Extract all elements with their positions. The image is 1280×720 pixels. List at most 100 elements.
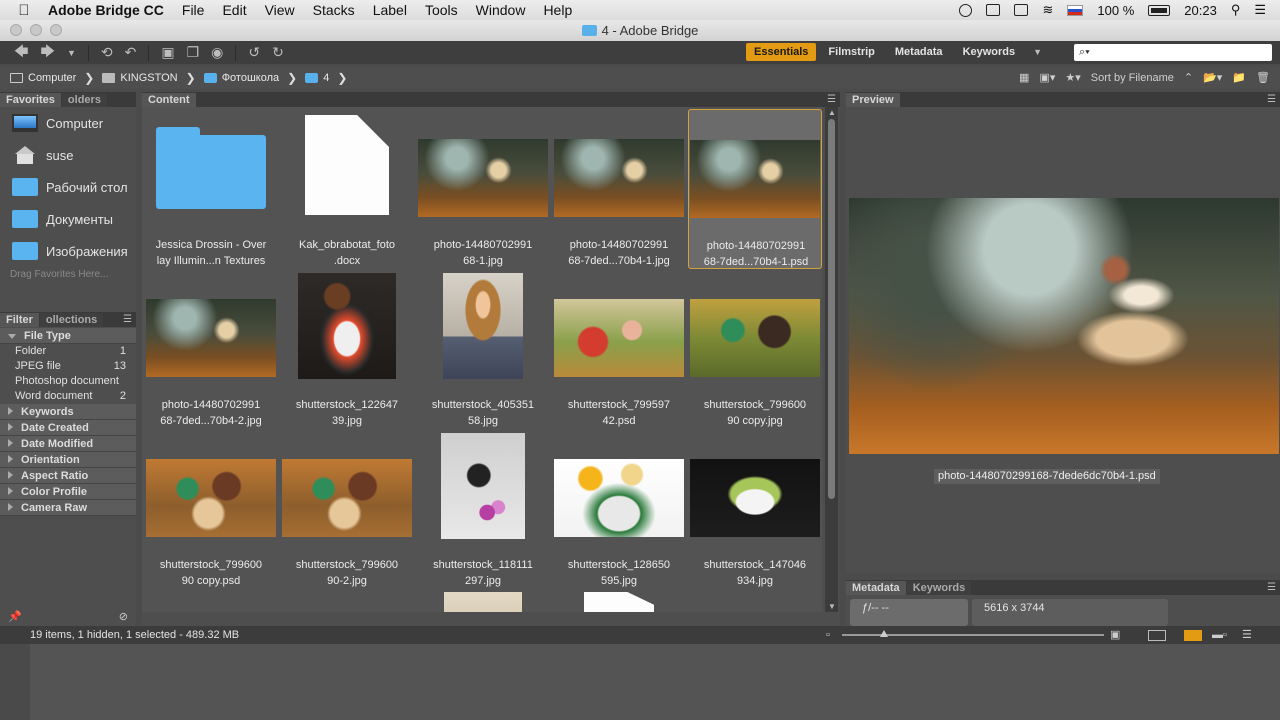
boomerang-icon[interactable]: ↶ — [119, 44, 143, 61]
thumbnail-item[interactable]: photo-14480702991 68-7ded...70b4-1.psd — [688, 109, 822, 269]
close-icon[interactable] — [10, 24, 22, 36]
star-filter-icon[interactable]: ★▾ — [1065, 71, 1080, 84]
thumbnail-item[interactable]: photo-14480702991 68-7ded...70b4-2.jpg — [144, 269, 278, 429]
app-menu[interactable]: Adobe Bridge CC — [48, 2, 164, 18]
thumbnail-item[interactable]: Jessica Drossin - Over lay Illumin...n Te… — [144, 109, 278, 269]
preview-image[interactable] — [849, 198, 1279, 454]
tab-preview[interactable]: Preview — [846, 93, 900, 107]
menu-tools[interactable]: Tools — [425, 2, 458, 18]
scroll-down-icon[interactable]: ▼ — [828, 602, 836, 611]
favorite-desktop[interactable]: Рабочий стол — [0, 171, 136, 203]
thumbnail-item[interactable]: photo-14480702991 68-1.jpg — [416, 109, 550, 269]
filter-row-word[interactable]: Word document 2 — [0, 389, 136, 404]
panel-menu-icon[interactable]: ☰ — [1267, 94, 1276, 105]
zoom-in-icon[interactable]: ▣ — [1110, 629, 1120, 641]
tab-keywords[interactable]: Keywords — [906, 581, 972, 595]
camera-download-icon[interactable]: ▣ — [155, 44, 180, 61]
breadcrumb-photoschool[interactable]: Фотошкола — [203, 72, 279, 84]
thumbnail-image[interactable] — [444, 592, 522, 612]
thumbnail-item[interactable]: shutterstock_122647 39.jpg — [280, 269, 414, 429]
thumbnail-item[interactable]: shutterstock_128650 595.jpg — [552, 429, 686, 589]
airplay-icon[interactable] — [1014, 4, 1029, 16]
input-language-icon[interactable] — [1067, 4, 1084, 16]
menu-stacks[interactable]: Stacks — [313, 2, 355, 18]
favorite-suse[interactable]: suse — [0, 139, 136, 171]
wifi-icon[interactable]: ≋ — [1042, 2, 1053, 18]
panel-menu-icon[interactable]: ☰ — [827, 94, 836, 105]
thumbnail-item[interactable]: photo-14480702991 68-7ded...70b4-1.jpg — [552, 109, 686, 269]
thumbnail-item[interactable]: shutterstock_799600 90-2.jpg — [280, 429, 414, 589]
filter-section-camera-raw[interactable]: Camera Raw — [0, 500, 136, 516]
breadcrumb-computer[interactable]: Computer — [10, 72, 76, 84]
filter-row-jpeg[interactable]: JPEG file 13 — [0, 359, 136, 374]
trash-icon[interactable]: 🗑 — [1256, 71, 1270, 84]
workspace-essentials[interactable]: Essentials — [746, 43, 817, 61]
breadcrumb-kingston[interactable]: KINGSTON — [102, 72, 178, 84]
scroll-up-icon[interactable]: ▲ — [828, 108, 836, 117]
filter-section-aspect-ratio[interactable]: Aspect Ratio — [0, 468, 136, 484]
scrollbar-thumb[interactable] — [828, 119, 835, 499]
menu-help[interactable]: Help — [543, 2, 572, 18]
thumbnail-size-slider[interactable] — [842, 630, 1104, 637]
filter-section-color-profile[interactable]: Color Profile — [0, 484, 136, 500]
chevron-right-icon[interactable]: ❯ — [337, 71, 347, 85]
workspace-filmstrip[interactable]: Filmstrip — [820, 43, 882, 61]
menu-edit[interactable]: Edit — [222, 2, 246, 18]
filter-section-keywords[interactable]: Keywords — [0, 404, 136, 420]
refine-icon[interactable]: ❐ — [181, 44, 206, 61]
rotate-right-icon[interactable]: ↻ — [266, 44, 290, 61]
slider-knob[interactable] — [879, 630, 888, 637]
filter-row-folder[interactable]: Folder 1 — [0, 344, 136, 359]
back-icon[interactable]: 🡄 — [8, 41, 34, 65]
filter-section-date-created[interactable]: Date Created — [0, 420, 136, 436]
quality-options-icon[interactable]: ▦ — [1019, 71, 1029, 84]
panel-menu-icon[interactable]: ☰ — [123, 314, 132, 325]
tab-folders[interactable]: olders — [61, 93, 107, 107]
thumbnail-item[interactable]: shutterstock_799600 90 copy.psd — [144, 429, 278, 589]
thumbnail-item[interactable]: shutterstock_405351 58.jpg — [416, 269, 550, 429]
tab-filter[interactable]: Filter — [0, 313, 39, 327]
battery-icon[interactable] — [1148, 4, 1171, 16]
zoom-icon[interactable] — [50, 24, 62, 36]
filter-row-photoshop[interactable]: Photoshop document — [0, 374, 136, 389]
thumbnail-item[interactable]: Kak_obrabotat_foto .docx — [280, 109, 414, 269]
menu-label[interactable]: Label — [373, 2, 407, 18]
apple-icon[interactable]:  — [0, 2, 48, 19]
workspace-keywords[interactable]: Keywords — [955, 43, 1024, 61]
notification-icon[interactable]: ☰ — [1254, 2, 1266, 18]
history-dropdown-icon[interactable]: ▼ — [61, 48, 82, 58]
workspace-metadata[interactable]: Metadata — [887, 43, 951, 61]
new-folder-icon[interactable]: 📁 — [1232, 71, 1246, 84]
filter-section-file-type[interactable]: File Type — [0, 328, 136, 344]
spotlight-icon[interactable]: ⚲ — [1231, 2, 1241, 18]
grid-lock-icon[interactable] — [1148, 630, 1166, 641]
view-thumbnails-icon[interactable] — [1184, 630, 1202, 641]
record-icon[interactable] — [959, 3, 973, 17]
favorite-documents[interactable]: Документы — [0, 203, 136, 235]
sort-dropdown[interactable]: Sort by Filename — [1091, 72, 1174, 84]
reveal-recent-icon[interactable]: ⟲ — [95, 44, 119, 61]
tab-collections[interactable]: ollections — [39, 313, 104, 327]
pin-icon[interactable]: 📌 — [8, 610, 22, 626]
document-icon[interactable] — [584, 592, 654, 612]
panel-menu-icon[interactable]: ☰ — [1267, 582, 1276, 593]
filter-section-date-modified[interactable]: Date Modified — [0, 436, 136, 452]
view-details-icon[interactable]: ▬▫ — [1212, 629, 1227, 641]
tab-favorites[interactable]: Favorites — [0, 93, 61, 107]
tab-metadata[interactable]: Metadata — [846, 581, 906, 595]
favorite-pictures[interactable]: Изображения — [0, 235, 136, 267]
vertical-scrollbar[interactable]: ▲ ▼ — [825, 107, 838, 612]
chevron-right-icon[interactable]: ❯ — [84, 71, 94, 85]
clock[interactable]: 20:23 — [1184, 3, 1217, 18]
thumbnail-item[interactable]: shutterstock_799600 90 copy.jpg — [688, 269, 822, 429]
filter-section-orientation[interactable]: Orientation — [0, 452, 136, 468]
tab-content[interactable]: Content — [142, 93, 196, 107]
thumbnail-item[interactable]: shutterstock_799597 42.psd — [552, 269, 686, 429]
menu-window[interactable]: Window — [476, 2, 526, 18]
thumbnail-item[interactable]: shutterstock_118111 297.jpg — [416, 429, 550, 589]
search-input[interactable]: ⌕▾ — [1074, 44, 1272, 61]
thumbnail-options-icon[interactable]: ▣▾ — [1039, 71, 1055, 84]
sort-direction-icon[interactable]: ⌃ — [1184, 71, 1193, 84]
view-list-icon[interactable]: ☰ — [1242, 629, 1252, 641]
zoom-out-icon[interactable]: ▫ — [826, 629, 830, 641]
